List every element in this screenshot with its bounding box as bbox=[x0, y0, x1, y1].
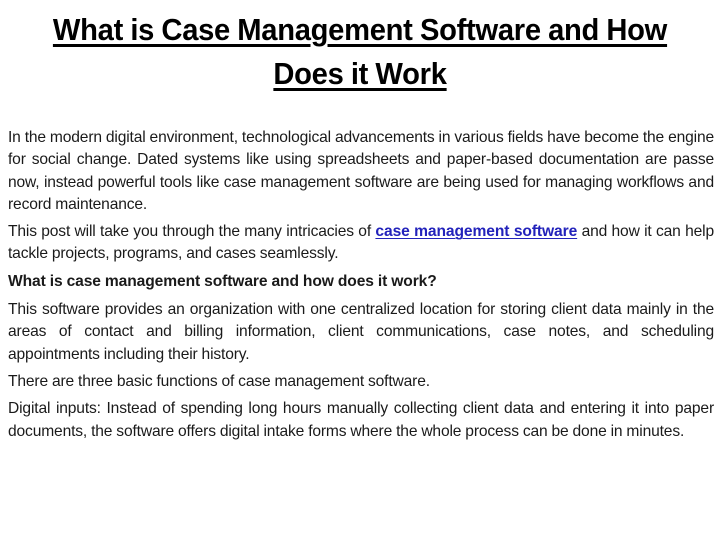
page-title-inner: What is Case Management Software and How… bbox=[29, 8, 691, 96]
paragraph-link-prefix: This post will take you through the many… bbox=[8, 223, 376, 241]
section-heading-what-is: What is case management software and how… bbox=[8, 272, 437, 290]
paragraph-with-link: This post will take you through the many… bbox=[8, 221, 714, 266]
case-management-software-link[interactable]: case management software bbox=[375, 223, 577, 240]
paragraph-digital-inputs: Digital inputs: Instead of spending long… bbox=[8, 400, 714, 440]
page-title-text: What is Case Management Software and How… bbox=[52, 12, 668, 91]
page-title: What is Case Management Software and How… bbox=[8, 8, 712, 96]
slide-canvas: What is Case Management Software and How… bbox=[0, 0, 720, 540]
body-content: In the modern digital environment, techn… bbox=[8, 127, 714, 448]
paragraph-centralized-location: This software provides an organization w… bbox=[8, 301, 714, 363]
paragraph-three-functions: There are three basic functions of case … bbox=[8, 372, 430, 390]
paragraph-intro: In the modern digital environment, techn… bbox=[8, 129, 714, 213]
